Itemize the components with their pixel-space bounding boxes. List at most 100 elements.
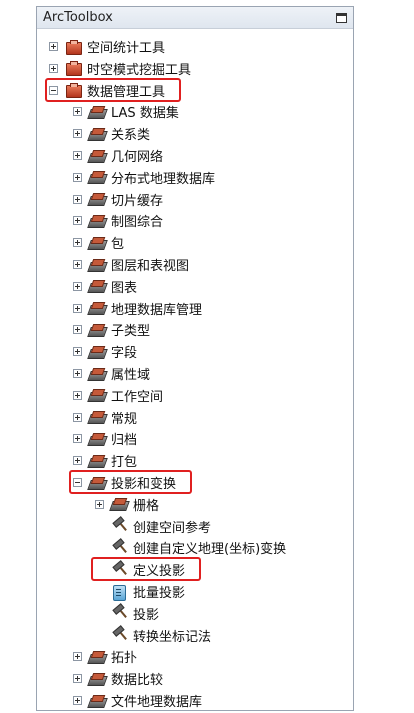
tree-item[interactable]: 栅格 xyxy=(95,494,159,515)
arctoolbox-panel: ArcToolbox 空间统计工具 时空模式挖掘工具 数据管理工具 LAS 数据集 关系… xyxy=(36,6,354,711)
expand-icon[interactable] xyxy=(95,499,104,509)
expand-icon[interactable] xyxy=(73,303,82,313)
tree-item[interactable]: 常规 xyxy=(73,407,137,428)
tree-item-label: 图表 xyxy=(111,280,138,296)
tree-item[interactable]: 归档 xyxy=(73,428,137,449)
tree-item[interactable]: 创建自定义地理(坐标)变换 xyxy=(95,537,286,558)
expand-icon[interactable] xyxy=(49,63,58,73)
expand-icon[interactable] xyxy=(73,129,82,139)
tree-item-label: 切片缓存 xyxy=(111,193,164,209)
tree-item[interactable]: 属性域 xyxy=(73,363,150,384)
toolset-icon xyxy=(88,431,106,447)
toolbox-tree: 空间统计工具 时空模式挖掘工具 数据管理工具 LAS 数据集 关系类几何网络分布式地理数… xyxy=(37,30,353,710)
tree-item-label: 制图综合 xyxy=(111,215,164,231)
tree-item-label: 数据比较 xyxy=(111,673,164,689)
toolset-icon xyxy=(88,387,106,403)
collapse-icon[interactable] xyxy=(49,85,58,95)
tree-item-label: 几何网络 xyxy=(111,150,164,165)
expand-icon[interactable] xyxy=(73,434,82,444)
tree-item-label: 转换坐标记法 xyxy=(133,629,212,645)
tree-item[interactable]: 拓扑 xyxy=(73,646,137,667)
tree-item[interactable]: 制图综合 xyxy=(73,210,163,231)
tree-item-label: 归档 xyxy=(111,433,138,449)
expand-icon[interactable] xyxy=(73,151,82,160)
tree-item-label: 分布式地理数据库 xyxy=(111,171,216,187)
toolset-icon xyxy=(88,671,106,687)
expand-icon[interactable] xyxy=(73,347,82,357)
collapse-icon[interactable] xyxy=(73,478,82,487)
tree-item[interactable]: 文件地理数据库 xyxy=(73,690,202,711)
toolset-icon xyxy=(88,191,106,207)
tree-item-label: 投影 xyxy=(133,607,160,623)
title-bar: ArcToolbox xyxy=(37,7,353,29)
expand-icon[interactable] xyxy=(73,216,82,226)
tree-item-label: 图层和表视图 xyxy=(111,259,190,274)
hammer-icon xyxy=(110,627,128,643)
toolset-icon xyxy=(88,693,106,709)
tree-item[interactable]: 投影和变换 xyxy=(73,472,176,493)
expand-icon[interactable] xyxy=(73,325,82,335)
tree-item-label: 创建空间参考 xyxy=(133,520,212,536)
expand-icon[interactable] xyxy=(73,412,82,422)
tree-item[interactable]: 转换坐标记法 xyxy=(95,625,211,646)
toolset-icon xyxy=(88,366,106,382)
tree-item-label: 打包 xyxy=(111,455,138,471)
expand-icon[interactable] xyxy=(73,456,82,466)
tree-item-label: 定义投影 xyxy=(133,564,186,580)
toolset-icon xyxy=(88,213,106,229)
tree-item-label: 投影和变换 xyxy=(111,477,177,492)
tree-item[interactable]: 数据比较 xyxy=(73,668,163,689)
tree-item-label: 字段 xyxy=(111,346,138,362)
tree-item-label: 批量投影 xyxy=(133,586,186,601)
tree-item-label: LAS 数据集 xyxy=(111,106,179,122)
tree-item[interactable]: 数据管理工具 xyxy=(49,80,165,101)
tree-item[interactable]: 地理数据库管理 xyxy=(73,298,202,319)
expand-icon[interactable] xyxy=(73,369,82,378)
toolset-icon xyxy=(88,278,106,294)
tree-item-label: 属性域 xyxy=(111,368,151,383)
expand-icon[interactable] xyxy=(73,674,82,684)
tree-item-label: 常规 xyxy=(111,411,138,427)
toolset-icon xyxy=(88,126,106,142)
expand-icon[interactable] xyxy=(73,172,82,182)
tree-item[interactable]: 工作空间 xyxy=(73,385,163,406)
tree-item[interactable]: 图层和表视图 xyxy=(73,254,189,275)
toolbox-icon xyxy=(64,39,82,55)
tree-item[interactable]: 图表 xyxy=(73,276,137,297)
toolset-icon xyxy=(88,257,106,273)
expand-icon[interactable] xyxy=(73,281,82,291)
restore-icon[interactable] xyxy=(336,12,347,23)
tree-item[interactable]: 创建空间参考 xyxy=(95,516,211,537)
toolset-icon xyxy=(88,104,106,120)
expand-icon[interactable] xyxy=(49,42,58,51)
tree-item[interactable]: 定义投影 xyxy=(95,559,185,580)
tree-item[interactable]: 包 xyxy=(73,232,124,253)
script-icon xyxy=(110,584,128,601)
expand-icon[interactable] xyxy=(73,652,82,662)
tree-item[interactable]: 切片缓存 xyxy=(73,189,163,210)
tree-item[interactable]: 关系类 xyxy=(73,123,150,144)
tree-item[interactable]: 批量投影 xyxy=(95,581,185,602)
expand-icon[interactable] xyxy=(73,238,82,248)
toolset-icon xyxy=(88,649,106,665)
tree-item[interactable]: LAS 数据集 xyxy=(73,101,179,122)
tree-item-label: 拓扑 xyxy=(111,651,138,667)
expand-icon[interactable] xyxy=(73,194,82,204)
tree-item-label: 文件地理数据库 xyxy=(111,695,203,710)
expand-icon[interactable] xyxy=(73,260,82,269)
expand-icon[interactable] xyxy=(73,390,82,400)
tree-item[interactable]: 空间统计工具 xyxy=(49,36,165,57)
tree-item[interactable]: 几何网络 xyxy=(73,145,163,166)
expand-icon[interactable] xyxy=(73,107,82,117)
expand-icon[interactable] xyxy=(73,696,82,705)
toolset-icon xyxy=(88,300,106,316)
tree-item[interactable]: 投影 xyxy=(95,603,159,624)
toolset-icon xyxy=(88,322,106,338)
tree-item[interactable]: 字段 xyxy=(73,341,137,362)
toolbox-icon xyxy=(64,82,82,99)
tree-item[interactable]: 时空模式挖掘工具 xyxy=(49,58,191,79)
tree-item[interactable]: 分布式地理数据库 xyxy=(73,167,215,188)
hammer-icon xyxy=(110,540,128,556)
tree-item[interactable]: 子类型 xyxy=(73,319,150,340)
tree-item[interactable]: 打包 xyxy=(73,450,137,471)
